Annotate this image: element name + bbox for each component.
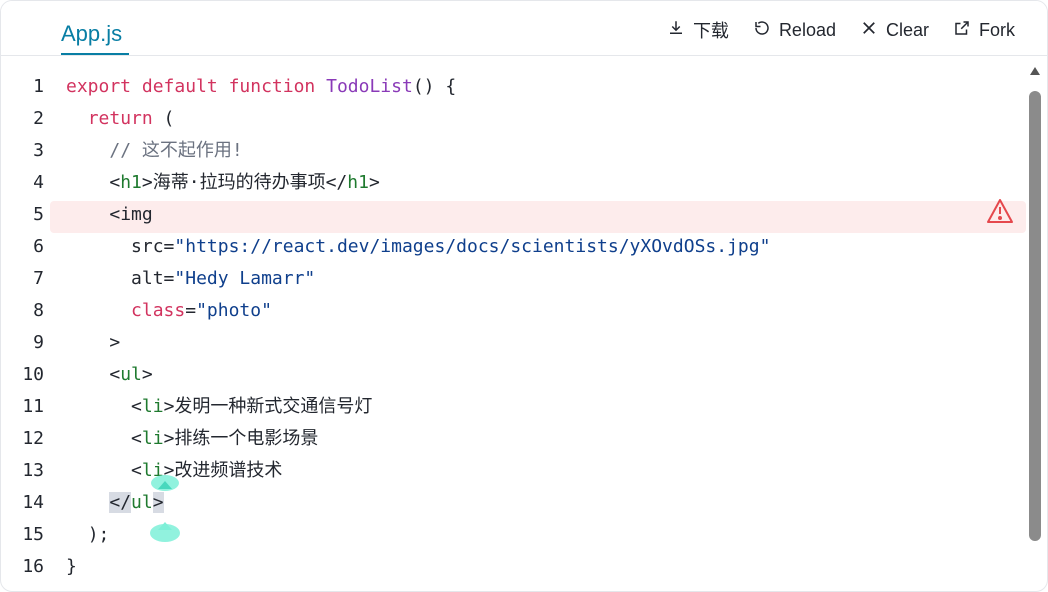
code-text: >	[109, 332, 121, 353]
code-text: return (	[87, 108, 175, 129]
line-number: 1	[33, 76, 44, 97]
reload-button[interactable]: Reload	[753, 17, 836, 43]
vertical-scrollbar-thumb[interactable]	[1029, 91, 1041, 541]
line-number: 4	[33, 172, 44, 193]
code-line: 6 src="https://react.dev/images/docs/sci…	[1, 231, 1027, 263]
code-line: 3 // 这不起作用!	[1, 135, 1027, 167]
code-editor[interactable]: 1 export default function TodoList() { 2…	[1, 69, 1027, 591]
editor-toolbar: App.js 下载 Reload Clear Fork	[1, 1, 1047, 56]
code-line: 16 }	[1, 551, 1027, 583]
code-sandbox: App.js 下载 Reload Clear Fork 1 export def…	[0, 0, 1048, 592]
scroll-down-arrow[interactable]	[1029, 585, 1041, 591]
code-line: 11 <li>发明一种新式交通信号灯	[1, 391, 1027, 423]
line-number: 5	[33, 204, 44, 225]
download-icon	[667, 19, 685, 42]
code-text: <img	[109, 204, 153, 225]
line-number: 7	[33, 268, 44, 289]
code-line: 12 <li>排练一个电影场景	[1, 423, 1027, 455]
fork-button[interactable]: Fork	[953, 17, 1015, 43]
warning-icon[interactable]	[986, 198, 1014, 229]
line-number: 15	[22, 524, 44, 545]
code-line: 2 return (	[1, 103, 1027, 135]
code-text: // 这不起作用!	[109, 140, 243, 161]
code-text: src="https://react.dev/images/docs/scien…	[131, 236, 771, 257]
line-number: 10	[22, 364, 44, 385]
scroll-up-arrow[interactable]	[1029, 63, 1041, 81]
line-number: 8	[33, 300, 44, 321]
code-line: 7 alt="Hedy Lamarr"	[1, 263, 1027, 295]
code-text: alt="Hedy Lamarr"	[131, 268, 316, 289]
close-icon	[860, 19, 878, 42]
code-line: 4 <h1>海蒂·拉玛的待办事项</h1>	[1, 167, 1027, 199]
code-line: 1 export default function TodoList() {	[1, 71, 1027, 103]
line-number: 16	[22, 556, 44, 577]
code-text: export default function TodoList() {	[66, 76, 457, 97]
code-text: );	[87, 524, 110, 545]
code-line-error: 5 <img	[1, 199, 1027, 231]
reload-icon	[753, 19, 771, 42]
line-number: 11	[22, 396, 44, 417]
code-line: 10 <ul>	[1, 359, 1027, 391]
code-text: <ul>	[109, 364, 153, 385]
line-number: 13	[22, 460, 44, 481]
fork-label: Fork	[979, 19, 1015, 40]
line-number: 14	[22, 492, 44, 513]
line-number: 2	[33, 108, 44, 129]
line-number: 3	[33, 140, 44, 161]
code-text: <li>发明一种新式交通信号灯	[131, 396, 373, 417]
code-text: }	[66, 556, 77, 577]
download-label: 下载	[692, 21, 729, 41]
code-line: 9 >	[1, 327, 1027, 359]
file-tab-app-js[interactable]: App.js	[61, 21, 122, 47]
clear-label: Clear	[885, 19, 929, 40]
code-text: </ul>	[109, 492, 164, 513]
line-number: 9	[33, 332, 44, 353]
selection-start-handle[interactable]	[150, 473, 180, 500]
code-text: <li>排练一个电影场景	[131, 428, 319, 449]
download-button[interactable]: 下载	[667, 17, 729, 43]
active-tab-indicator	[61, 53, 129, 55]
line-number: 6	[33, 236, 44, 257]
code-line: 8 class="photo"	[1, 295, 1027, 327]
external-link-icon	[953, 19, 971, 42]
clear-button[interactable]: Clear	[860, 17, 929, 43]
selection-end-handle[interactable]	[150, 520, 180, 549]
line-number: 12	[22, 428, 44, 449]
toolbar-actions: 下载 Reload Clear Fork	[667, 17, 1015, 43]
code-text: <h1>海蒂·拉玛的待办事项</h1>	[109, 172, 380, 193]
reload-label: Reload	[778, 19, 836, 40]
code-text: class="photo"	[131, 300, 272, 321]
